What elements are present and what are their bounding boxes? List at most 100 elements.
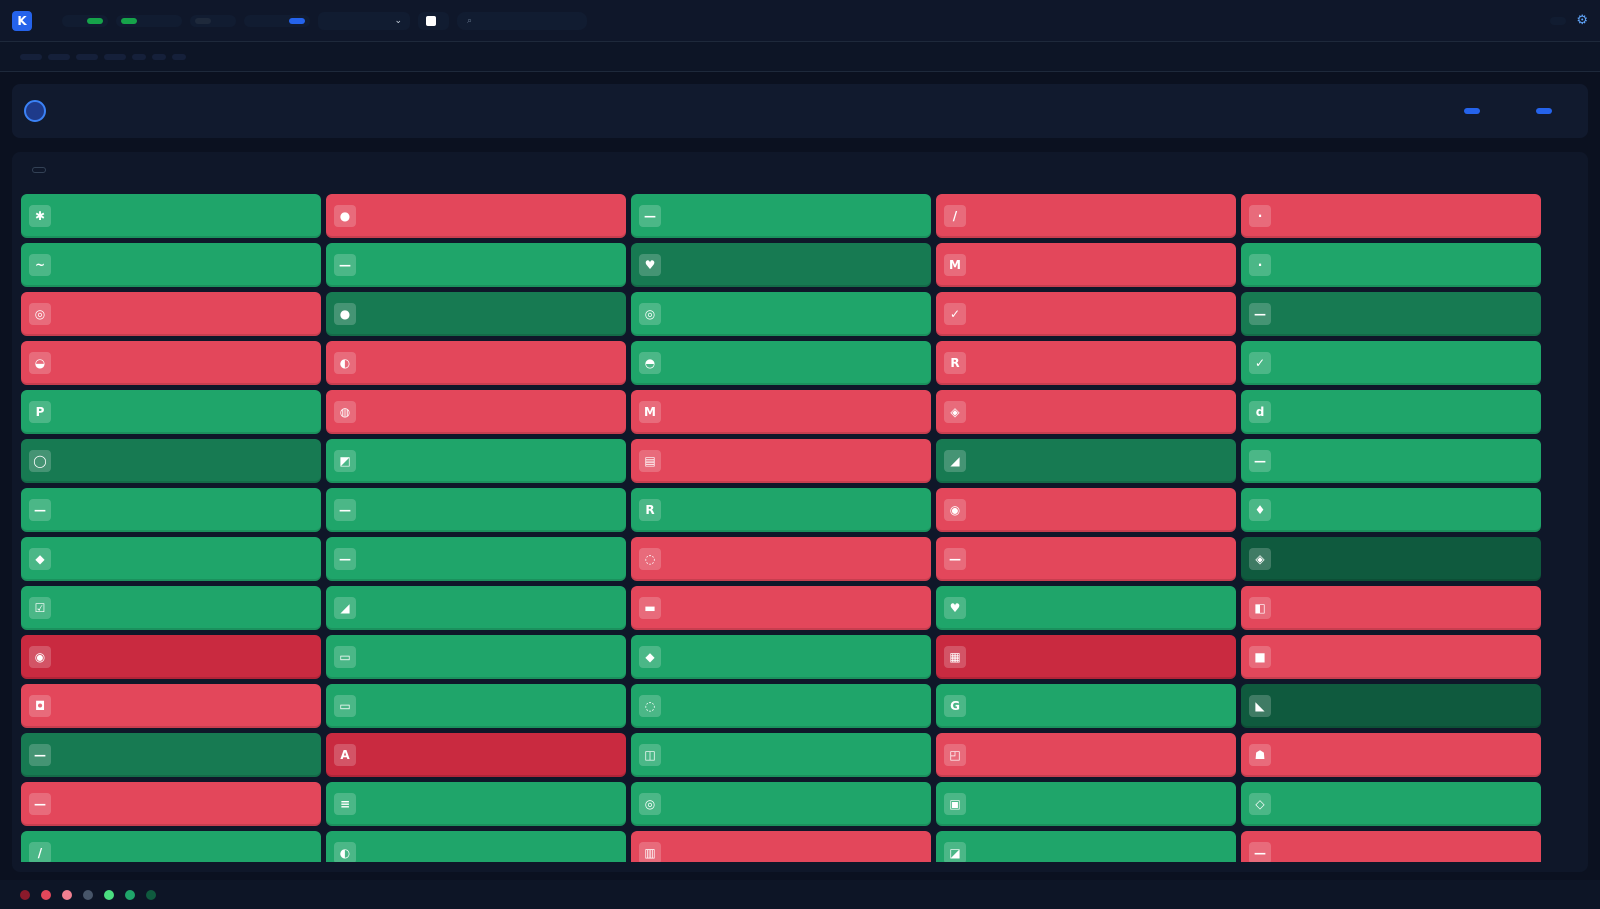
market-filter-option[interactable]: [161, 18, 177, 24]
stock-tile[interactable]: d: [1241, 390, 1541, 434]
view-toggle-button[interactable]: [1536, 108, 1552, 114]
tab-option[interactable]: [1512, 108, 1528, 114]
stock-tile[interactable]: —: [326, 243, 626, 287]
stock-tile[interactable]: ✱: [21, 194, 321, 238]
stock-tile[interactable]: ◩: [326, 439, 626, 483]
stock-tile[interactable]: ◉: [21, 635, 321, 679]
stock-tile[interactable]: ◆: [21, 537, 321, 581]
stock-tile[interactable]: ◣: [1241, 684, 1541, 728]
market-filter-all[interactable]: [121, 17, 137, 24]
mode-option-list[interactable]: [269, 18, 285, 24]
stock-tile[interactable]: ◇: [1241, 782, 1541, 826]
stock-tile[interactable]: —: [1241, 292, 1541, 336]
stock-tile[interactable]: ·: [1241, 194, 1541, 238]
stock-tile[interactable]: ◐: [326, 341, 626, 385]
stock-tile[interactable]: ◯: [21, 439, 321, 483]
stock-tile[interactable]: ◆: [631, 635, 931, 679]
ticker-item[interactable]: [104, 53, 126, 60]
stock-tile[interactable]: ▦: [936, 635, 1236, 679]
stock-tile[interactable]: ◎: [21, 292, 321, 336]
tab-option[interactable]: [1488, 108, 1504, 114]
gear-icon[interactable]: ⚙: [1576, 13, 1588, 28]
stock-tile[interactable]: ◈: [1241, 537, 1541, 581]
stock-tile[interactable]: ◘: [21, 684, 321, 728]
stock-tile[interactable]: P: [21, 390, 321, 434]
stock-tile[interactable]: ◎: [631, 782, 931, 826]
live-status[interactable]: [1550, 16, 1567, 25]
stock-tile[interactable]: ◢: [936, 439, 1236, 483]
ticker-item[interactable]: [20, 53, 42, 60]
company-logo-icon: ♥: [639, 254, 661, 276]
stock-tile[interactable]: ◪: [936, 831, 1236, 862]
stock-tile[interactable]: M: [936, 243, 1236, 287]
stock-tile[interactable]: G: [936, 684, 1236, 728]
ticker-item[interactable]: [76, 53, 98, 60]
stock-tile[interactable]: ◢: [326, 586, 626, 630]
checkbox-box[interactable]: [426, 15, 436, 26]
stock-tile[interactable]: ●: [326, 194, 626, 238]
stock-tile[interactable]: ◎: [631, 292, 931, 336]
search-input[interactable]: ⌕: [457, 11, 587, 30]
stock-tile[interactable]: ▣: [936, 782, 1236, 826]
sort-option[interactable]: [215, 18, 231, 24]
stock-tile[interactable]: ◰: [936, 733, 1236, 777]
volume-chip[interactable]: [152, 53, 166, 60]
stock-tile[interactable]: —: [21, 733, 321, 777]
stock-tile[interactable]: ◍: [326, 390, 626, 434]
stock-tile[interactable]: A: [326, 733, 626, 777]
mode-option-grid[interactable]: [249, 18, 265, 24]
stock-tile[interactable]: R: [631, 488, 931, 532]
stock-tile[interactable]: ☑: [21, 586, 321, 630]
stock-tile[interactable]: ▬: [631, 586, 931, 630]
stock-tile[interactable]: ≡: [326, 782, 626, 826]
sector-select[interactable]: ⌄: [318, 11, 410, 30]
stock-tile[interactable]: ✓: [1241, 341, 1541, 385]
stock-tile[interactable]: ◫: [631, 733, 931, 777]
stock-tile[interactable]: ◉: [936, 488, 1236, 532]
stock-tile[interactable]: —: [631, 194, 931, 238]
stock-tile[interactable]: /: [936, 194, 1236, 238]
stock-tile[interactable]: ▭: [326, 635, 626, 679]
stock-tile[interactable]: R: [936, 341, 1236, 385]
stock-tile[interactable]: —: [1241, 439, 1541, 483]
stock-tile[interactable]: ✓: [936, 292, 1236, 336]
stock-tile[interactable]: ◒: [21, 341, 321, 385]
stock-tile[interactable]: ☗: [1241, 733, 1541, 777]
stock-tile[interactable]: /: [21, 831, 321, 862]
stock-tile[interactable]: ●: [326, 292, 626, 336]
extra-chip[interactable]: [172, 53, 186, 60]
stock-tile[interactable]: —: [21, 488, 321, 532]
stock-tile[interactable]: ♥: [631, 243, 931, 287]
market-filter-option[interactable]: [141, 18, 157, 24]
stock-tile[interactable]: ♥: [936, 586, 1236, 630]
tab-option-active[interactable]: [1464, 108, 1480, 114]
view-toggle-option[interactable]: [67, 18, 83, 24]
stock-tile[interactable]: —: [21, 782, 321, 826]
stock-tile[interactable]: ▤: [631, 439, 931, 483]
stock-tile[interactable]: ▥: [631, 831, 931, 862]
sort-option-active[interactable]: [195, 17, 211, 24]
stock-tile[interactable]: ▭: [326, 684, 626, 728]
mode-option-active[interactable]: [289, 17, 305, 24]
stock-tile[interactable]: ◈: [936, 390, 1236, 434]
ticker-item[interactable]: [48, 53, 70, 60]
tab-option[interactable]: [1440, 108, 1456, 114]
stock-tile[interactable]: ■: [1241, 635, 1541, 679]
stock-tile[interactable]: ◐: [326, 831, 626, 862]
stock-tile[interactable]: ♦: [1241, 488, 1541, 532]
stock-tile[interactable]: ◌: [631, 684, 931, 728]
stock-tile[interactable]: —: [326, 488, 626, 532]
stock-tile[interactable]: ◧: [1241, 586, 1541, 630]
view-toggle-option-active[interactable]: [87, 17, 103, 24]
stock-tile[interactable]: ◌: [631, 537, 931, 581]
stock-tile[interactable]: M: [631, 390, 931, 434]
stock-tile[interactable]: ·: [1241, 243, 1541, 287]
filter-checkbox[interactable]: [418, 11, 449, 30]
stock-tile[interactable]: ~: [21, 243, 321, 287]
stock-tile[interactable]: —: [936, 537, 1236, 581]
stock-tile[interactable]: ◓: [631, 341, 931, 385]
advance-decline-chip[interactable]: [132, 53, 146, 60]
stock-tile[interactable]: —: [326, 537, 626, 581]
app-logo-icon[interactable]: K: [12, 10, 32, 31]
stock-tile[interactable]: —: [1241, 831, 1541, 862]
